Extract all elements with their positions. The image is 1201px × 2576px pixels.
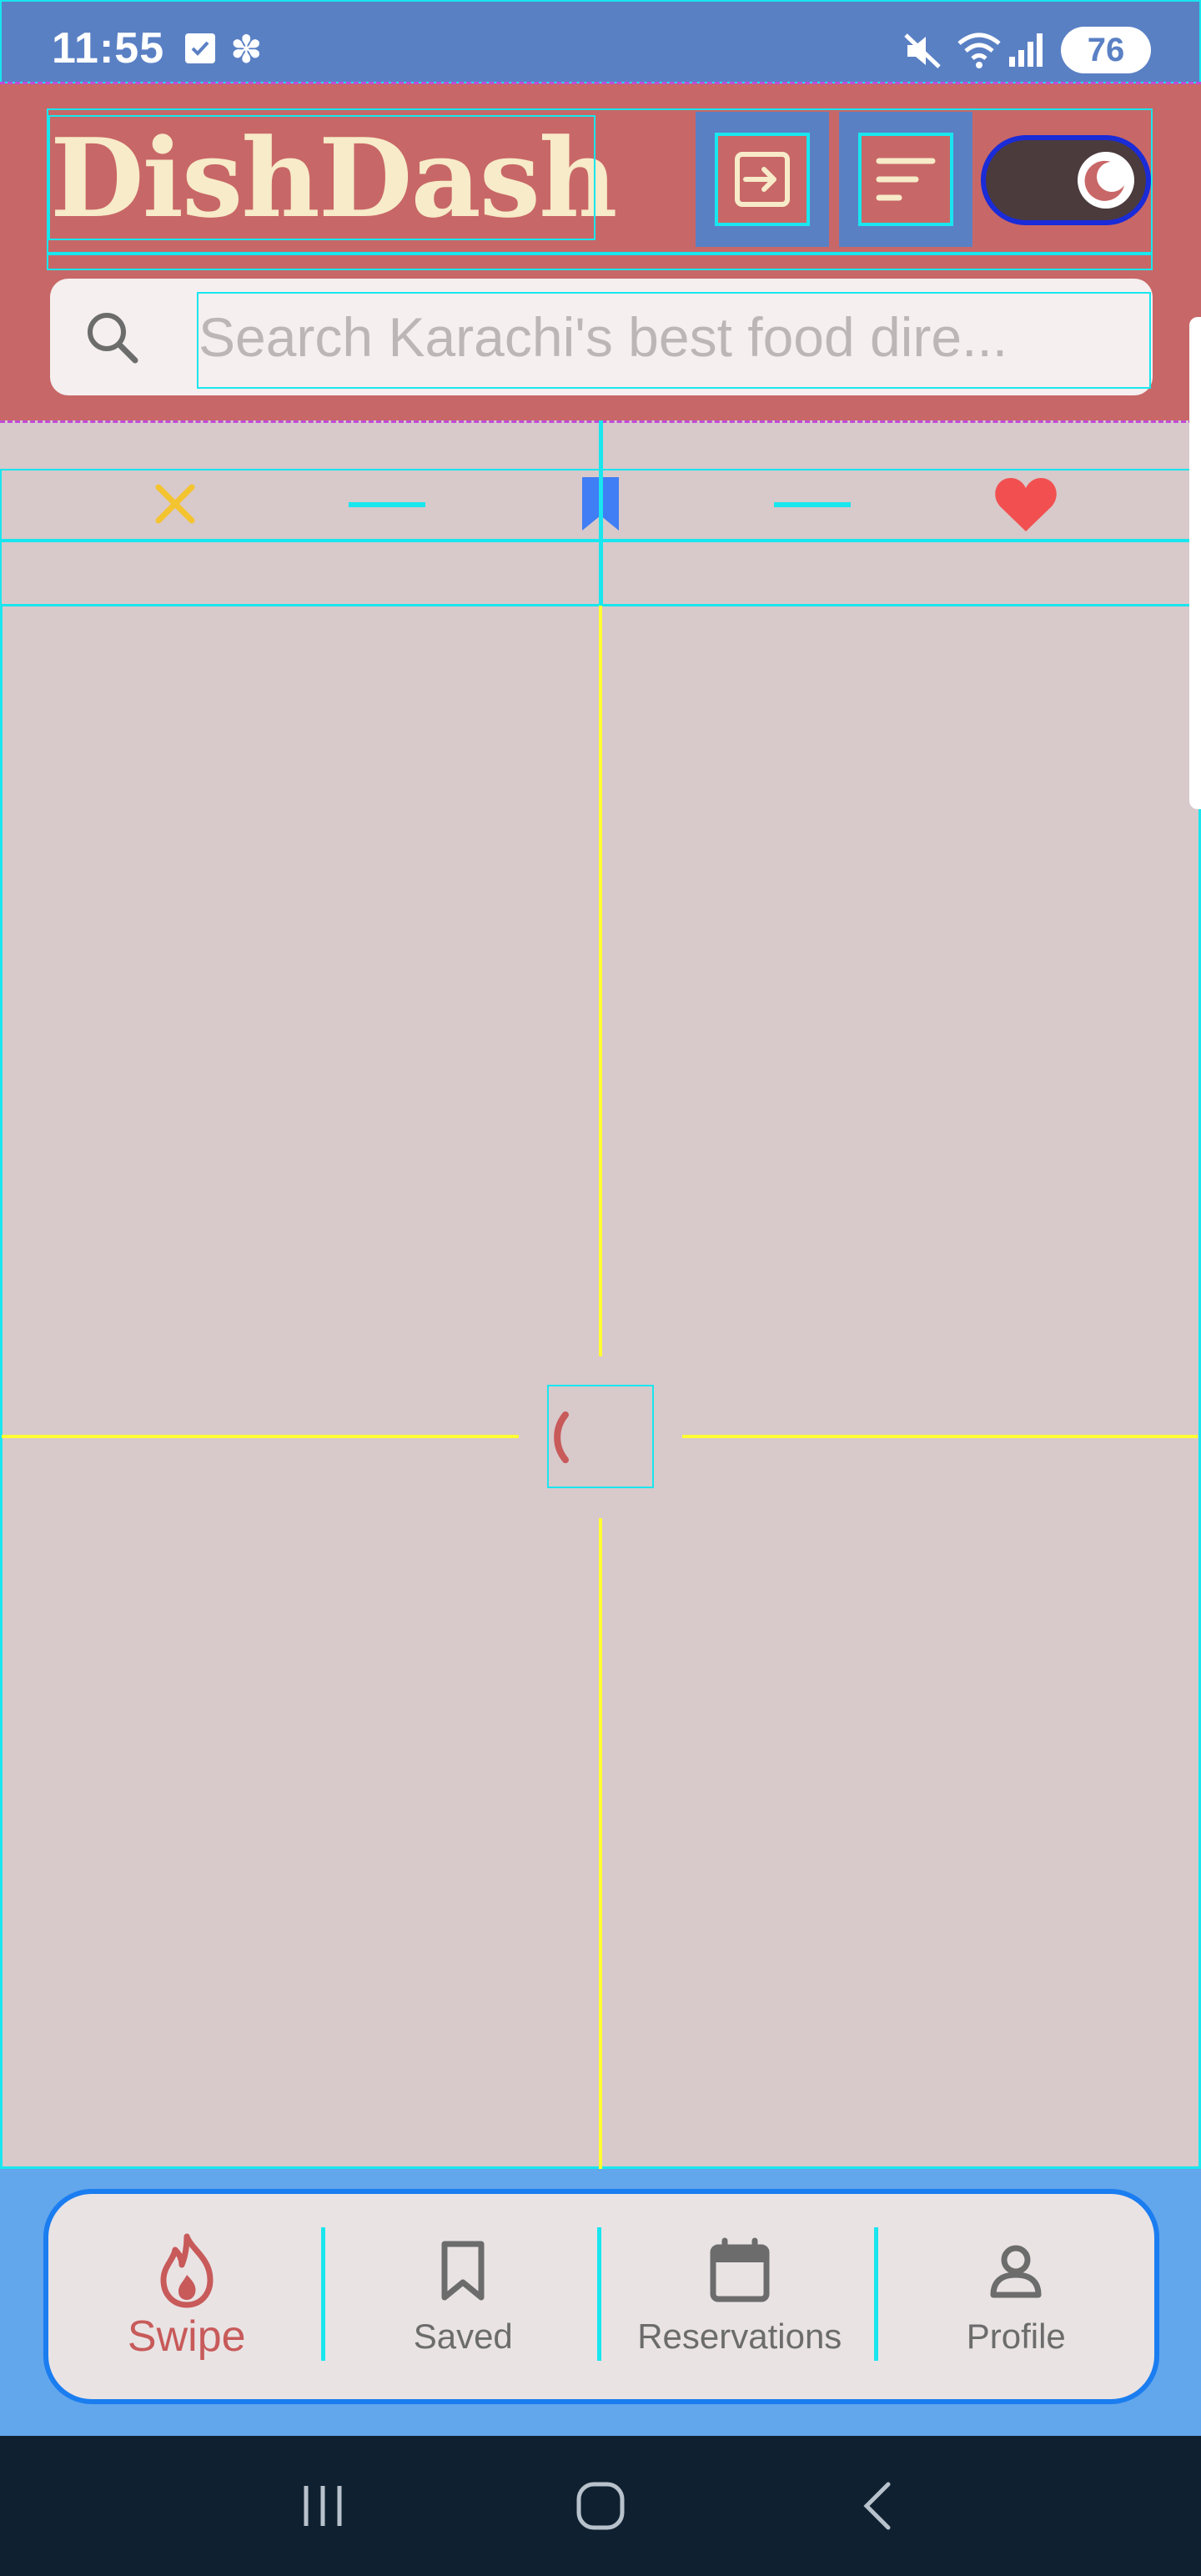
swipe-hint-right [774,502,851,507]
signal-icon [1008,30,1046,73]
debug-dash [0,420,1201,423]
filter-button[interactable] [839,112,972,247]
back-icon [863,2482,891,2530]
search-bar[interactable] [50,279,1153,395]
search-input[interactable] [198,295,1141,379]
calendar-icon [708,2233,771,2308]
home-button[interactable] [550,2456,651,2556]
swipe-hint-left [349,502,425,507]
heart-icon [995,478,1057,531]
theme-toggle[interactable] [981,135,1151,225]
system-nav-bar [0,2436,1201,2576]
status-bar: 11:55 ✽ 76 [0,0,1201,83]
nav-item-profile[interactable]: Profile [878,2194,1155,2399]
swipe-actions [0,469,1201,539]
app-title: DishDash [50,114,617,242]
mute-icon [902,32,944,74]
flame-icon [155,2233,219,2308]
edge-panel-handle[interactable] [1189,317,1201,809]
search-icon[interactable] [82,307,142,367]
wifi-icon [956,28,1003,74]
battery-icon: 76 [1061,27,1151,73]
nav-label-reservations: Reservations [637,2317,842,2356]
nav-label-swipe: Swipe [127,2312,246,2361]
nav-item-reservations[interactable]: Reservations [601,2194,878,2399]
status-time: 11:55 [52,24,165,73]
save-button[interactable] [565,469,636,539]
bottom-nav: Swipe Saved Reservations Profile [43,2189,1159,2404]
battery-level: 76 [1087,31,1125,68]
home-icon [576,2482,625,2530]
moon-icon [1078,152,1134,209]
debug-outline [0,541,1201,606]
nav-label-profile: Profile [966,2317,1066,2356]
fan-icon: ✽ [230,28,263,71]
loading-spinner [547,1386,654,1488]
bookmark-outline-icon [438,2233,488,2308]
person-icon [987,2233,1045,2308]
recent-apps-icon [304,2486,342,2526]
nav-item-saved[interactable]: Saved [325,2194,601,2399]
back-button[interactable] [828,2456,928,2556]
login-icon [715,133,810,226]
nav-item-swipe[interactable]: Swipe [48,2194,325,2399]
close-icon [155,484,195,524]
like-button[interactable] [991,469,1061,539]
bookmark-icon [582,477,619,531]
sort-icon [858,133,953,226]
nav-label-saved: Saved [413,2317,513,2356]
login-button[interactable] [696,112,829,247]
dislike-button[interactable] [140,469,210,539]
recent-apps-button[interactable] [273,2456,373,2556]
check-notification-icon [185,33,215,63]
